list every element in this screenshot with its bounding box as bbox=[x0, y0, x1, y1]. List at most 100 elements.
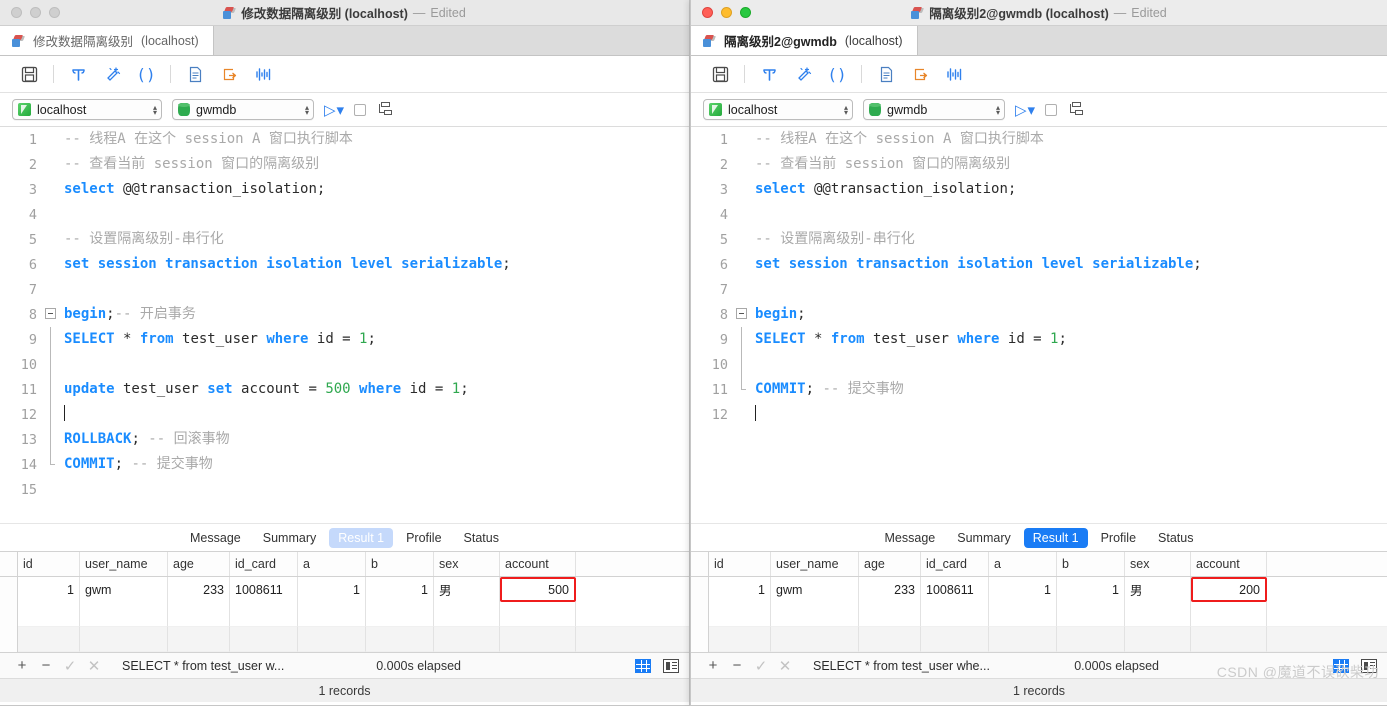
add-record-button[interactable]: + bbox=[10, 657, 34, 674]
sql-editor[interactable]: 1 -- 线程A 在这个 session A 窗口执行脚本 2 -- 查看当前 ses… bbox=[691, 127, 1387, 523]
apply-changes-button[interactable]: ✓ bbox=[58, 657, 82, 675]
fold-column[interactable] bbox=[44, 352, 58, 377]
toolbar-snippet-icon[interactable] bbox=[869, 59, 903, 89]
run-button[interactable]: ▷ ▾ bbox=[1015, 101, 1035, 119]
grid-column-header-b[interactable]: b bbox=[366, 552, 434, 576]
toolbar-snippet-icon[interactable] bbox=[178, 59, 212, 89]
form-view-icon[interactable] bbox=[663, 658, 679, 673]
run-dropdown-icon[interactable]: ▾ bbox=[337, 101, 345, 119]
grid-column-header-age[interactable]: age bbox=[859, 552, 921, 576]
window-button-minimize[interactable] bbox=[721, 7, 732, 18]
add-record-button[interactable]: + bbox=[701, 657, 725, 674]
server-combo[interactable]: localhost ▴ ▾ bbox=[703, 99, 853, 120]
query-builder-icon[interactable] bbox=[1067, 102, 1084, 117]
window-button-minimize[interactable] bbox=[30, 7, 41, 18]
result-tab-message[interactable]: Message bbox=[876, 528, 945, 548]
window-button-close[interactable] bbox=[11, 7, 22, 18]
fold-column[interactable] bbox=[44, 327, 58, 352]
toolbar-parentheses-icon[interactable]: () bbox=[129, 59, 163, 89]
fold-column[interactable] bbox=[735, 177, 749, 202]
server-combo-stepper[interactable]: ▴ ▾ bbox=[844, 103, 848, 116]
toolbar-beautify-icon[interactable] bbox=[61, 59, 95, 89]
grid-column-header-sex[interactable]: sex bbox=[1125, 552, 1191, 576]
toolbar-parentheses-icon[interactable]: () bbox=[820, 59, 854, 89]
toolbar-export-icon[interactable] bbox=[212, 59, 246, 89]
apply-changes-button[interactable]: ✓ bbox=[749, 657, 773, 675]
result-tab-message[interactable]: Message bbox=[181, 528, 250, 548]
grid-column-header-account[interactable]: account bbox=[500, 552, 576, 576]
fold-column[interactable] bbox=[44, 452, 58, 477]
grid-cell-a[interactable]: 1 bbox=[989, 577, 1057, 602]
grid-cell-user_name[interactable]: gwm bbox=[80, 577, 168, 602]
result-tab-result-1[interactable]: Result 1 bbox=[1023, 527, 1088, 548]
grid-column-header-user_name[interactable]: user_name bbox=[80, 552, 168, 576]
fold-column[interactable] bbox=[44, 227, 58, 252]
grid-cell-account-highlighted[interactable]: 500 bbox=[500, 577, 576, 602]
stop-checkbox[interactable] bbox=[354, 103, 367, 116]
remove-record-button[interactable]: − bbox=[34, 657, 58, 674]
fold-column[interactable] bbox=[735, 202, 749, 227]
grid-column-header-account[interactable]: account bbox=[1191, 552, 1267, 576]
grid-cell-id[interactable]: 1 bbox=[709, 577, 771, 602]
run-dropdown-icon[interactable]: ▾ bbox=[1028, 101, 1036, 119]
database-combo[interactable]: gwmdb ▴ ▾ bbox=[863, 99, 1005, 120]
toolbar-format-icon[interactable] bbox=[786, 59, 820, 89]
toolbar-explain-icon[interactable] bbox=[246, 59, 280, 89]
grid-cell-b[interactable]: 1 bbox=[366, 577, 434, 602]
grid-column-header-a[interactable]: a bbox=[989, 552, 1057, 576]
discard-changes-button[interactable]: ✕ bbox=[773, 657, 797, 675]
grid-cell-b[interactable]: 1 bbox=[1057, 577, 1125, 602]
grid-cell-account-highlighted[interactable]: 200 bbox=[1191, 577, 1267, 602]
toolbar-save-icon[interactable] bbox=[703, 59, 737, 89]
database-combo-stepper[interactable]: ▴ ▾ bbox=[305, 103, 309, 116]
fold-column[interactable] bbox=[735, 227, 749, 252]
fold-column[interactable] bbox=[44, 477, 58, 502]
grid-cell-id_card[interactable]: 1008611 bbox=[921, 577, 989, 602]
fold-column[interactable] bbox=[44, 202, 58, 227]
result-tab-profile[interactable]: Profile bbox=[397, 528, 450, 548]
fold-toggle-icon[interactable] bbox=[736, 308, 747, 319]
result-tab-summary[interactable]: Summary bbox=[254, 528, 325, 548]
fold-column[interactable] bbox=[735, 302, 749, 327]
grid-view-icon[interactable] bbox=[635, 658, 651, 673]
grid-cell-id[interactable]: 1 bbox=[18, 577, 80, 602]
fold-column[interactable] bbox=[735, 327, 749, 352]
fold-column[interactable] bbox=[44, 127, 58, 152]
form-view-icon[interactable] bbox=[1361, 658, 1377, 673]
grid-cell-sex[interactable]: 男 bbox=[1125, 577, 1191, 602]
grid-column-header-id_card[interactable]: id_card bbox=[230, 552, 298, 576]
window-button-maximize[interactable] bbox=[740, 7, 751, 18]
fold-column[interactable] bbox=[44, 252, 58, 277]
toolbar-export-icon[interactable] bbox=[903, 59, 937, 89]
result-tab-status[interactable]: Status bbox=[455, 528, 508, 548]
document-tab[interactable]: 修改数据隔离级别 (localhost) bbox=[0, 26, 214, 55]
result-tab-summary[interactable]: Summary bbox=[948, 528, 1019, 548]
fold-column[interactable] bbox=[44, 277, 58, 302]
fold-column[interactable] bbox=[44, 402, 58, 427]
window-button-maximize[interactable] bbox=[49, 7, 60, 18]
discard-changes-button[interactable]: ✕ bbox=[82, 657, 106, 675]
grid-column-header-sex[interactable]: sex bbox=[434, 552, 500, 576]
toolbar-format-icon[interactable] bbox=[95, 59, 129, 89]
fold-column[interactable] bbox=[735, 402, 749, 427]
result-tab-result-1[interactable]: Result 1 bbox=[329, 527, 394, 548]
remove-record-button[interactable]: − bbox=[725, 657, 749, 674]
table-row[interactable]: 1 gwm 233 1008611 1 1 男 200 bbox=[691, 577, 1387, 602]
row-selector-cell[interactable] bbox=[691, 577, 709, 602]
run-button[interactable]: ▷ ▾ bbox=[324, 101, 344, 119]
toolbar-save-icon[interactable] bbox=[12, 59, 46, 89]
table-row[interactable]: 1 gwm 233 1008611 1 1 男 500 bbox=[0, 577, 689, 602]
fold-column[interactable] bbox=[44, 302, 58, 327]
grid-cell-id_card[interactable]: 1008611 bbox=[230, 577, 298, 602]
toolbar-explain-icon[interactable] bbox=[937, 59, 971, 89]
fold-column[interactable] bbox=[735, 377, 749, 402]
grid-column-header-id[interactable]: id bbox=[709, 552, 771, 576]
grid-column-header-b[interactable]: b bbox=[1057, 552, 1125, 576]
grid-cell-user_name[interactable]: gwm bbox=[771, 577, 859, 602]
fold-column[interactable] bbox=[44, 427, 58, 452]
toolbar-beautify-icon[interactable] bbox=[752, 59, 786, 89]
fold-column[interactable] bbox=[735, 152, 749, 177]
result-tab-profile[interactable]: Profile bbox=[1092, 528, 1145, 548]
fold-column[interactable] bbox=[735, 352, 749, 377]
window-button-close[interactable] bbox=[702, 7, 713, 18]
